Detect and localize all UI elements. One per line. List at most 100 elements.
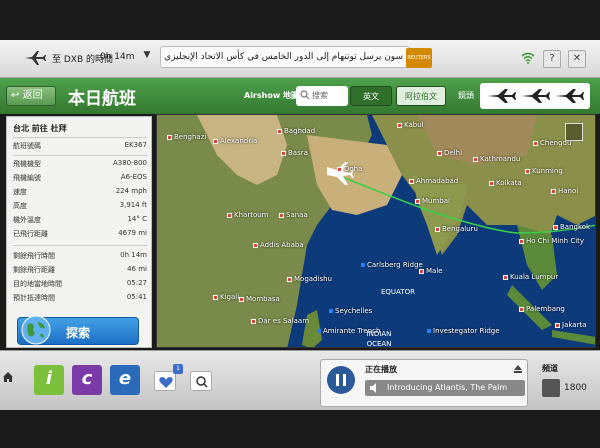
city-label: Addis Ababa — [253, 241, 304, 249]
info-row-distance-flown: 已飛行距離 4679 mi — [13, 229, 147, 241]
info-label: 剩餘飛行時間 — [13, 252, 55, 260]
info-row-outside-temp: 機外溫度 14° C — [13, 215, 147, 227]
place-label: Seychelles — [329, 307, 372, 315]
play-pause-button[interactable] — [327, 366, 355, 394]
city-label: Dar es Salaam — [251, 317, 309, 325]
search-input[interactable]: 搜索 — [296, 86, 348, 106]
lang-english-tab[interactable]: 英文 — [350, 86, 392, 106]
now-playing-label: 正在播放 — [365, 365, 397, 374]
wifi-icon — [521, 52, 535, 64]
city-label: Doha — [337, 165, 362, 173]
city-label: Alexandria — [213, 137, 257, 145]
info-row-altitude: 高度 3,914 ft — [13, 201, 147, 213]
channel-number: 1800 — [564, 383, 587, 393]
status-bar: 至 DXB 的時間 0h 14m ▼ سون يرسل توتنهام إلى … — [0, 40, 600, 78]
audio-player: 正在播放 Introducing Atlantis, The Palm — [320, 359, 528, 407]
city-label: Kunming — [525, 167, 563, 175]
city-label: Kuala Lumpur — [503, 273, 558, 281]
camera-view-2-icon[interactable] — [520, 88, 550, 104]
info-row-destination-local-time: 目的地當地時間 05:27 — [13, 279, 147, 291]
info-label: 預計抵達時間 — [13, 294, 55, 302]
back-button[interactable]: ↩ 返回 — [6, 86, 56, 106]
globe-icon — [21, 315, 51, 345]
heart-icon — [159, 377, 173, 388]
entertainment-app-button[interactable]: e — [110, 365, 140, 395]
city-label: Baghdad — [277, 127, 315, 135]
flight-route: 台北 前往 杜拜 — [13, 124, 67, 133]
search-icon — [300, 90, 310, 100]
city-label: Sanaa — [279, 211, 308, 219]
city-label: Kigali — [213, 293, 239, 301]
info-row-time-remaining: 剩餘飛行時間 0h 14m — [13, 251, 147, 263]
city-label: Khartoum — [227, 211, 268, 219]
divider — [13, 137, 147, 138]
place-label: Carlsberg Ridge — [361, 261, 423, 269]
city-label: Benghazi — [167, 133, 206, 141]
place-label: Investegator Ridge — [427, 327, 500, 335]
camera-view-1-icon[interactable] — [486, 88, 516, 104]
city-label: Delhi — [437, 149, 462, 157]
city-label: Ho Chi Minh City — [519, 237, 584, 245]
info-value: 0h 14m — [120, 251, 147, 259]
info-label: 速度 — [13, 188, 27, 196]
info-value: 05:41 — [126, 293, 147, 301]
info-label: 機外溫度 — [13, 216, 41, 224]
info-value: 4679 mi — [118, 229, 147, 237]
news-ticker[interactable]: سون يرسل توتنهام إلى الدور الخامس في كأس… — [160, 46, 410, 68]
help-button[interactable]: ? — [543, 50, 561, 68]
city-label: Hanoi — [551, 187, 578, 195]
page-header: ↩ 返回 本日航班 Airshow 地圖 搜索 英文 阿拉伯文 鏡頭 — [0, 78, 600, 114]
info-row-estimated-arrival: 預計抵達時間 05:41 — [13, 293, 147, 305]
search-placeholder: 搜索 — [312, 91, 328, 100]
city-label: Bangkok — [553, 223, 590, 231]
camera-selector — [480, 83, 590, 109]
chevron-down-icon[interactable]: ▼ — [140, 50, 154, 64]
reuters-logo: REUTERS — [406, 48, 432, 68]
info-value: 3,914 ft — [119, 201, 147, 209]
eject-icon[interactable] — [513, 364, 523, 374]
info-value: 224 mph — [115, 187, 147, 195]
airplane-icon — [25, 51, 46, 65]
city-label: Basra — [281, 149, 308, 157]
time-to-destination-value: 0h 14m — [100, 52, 135, 62]
info-app-button[interactable]: i — [34, 365, 64, 395]
favorites-count-badge: 1 — [173, 364, 183, 374]
channel-label: 頻道 — [542, 364, 558, 373]
info-label: 剩餘飛行距離 — [13, 266, 55, 274]
back-arrow-icon: ↩ — [11, 90, 20, 101]
info-row-distance-remaining: 剩餘飛行距離 46 mi — [13, 265, 147, 277]
divider — [13, 155, 147, 156]
info-value: 05:27 — [126, 279, 147, 287]
channel-selector: 頻道 1800 — [538, 359, 594, 407]
lang-arabic-tab[interactable]: 阿拉伯文 — [396, 86, 446, 106]
info-label: 目的地當地時間 — [13, 280, 62, 288]
city-label: Ahmadabad — [409, 177, 458, 185]
info-label: 高度 — [13, 202, 27, 210]
camera-view-3-icon[interactable] — [554, 88, 584, 104]
info-value: 46 mi — [127, 265, 147, 273]
info-row-flight-number: 航班號碼 EK367 — [13, 141, 147, 153]
home-icon[interactable] — [2, 371, 14, 383]
info-label: 已飛行距離 — [13, 230, 48, 238]
favorites-button[interactable]: 1 — [154, 364, 183, 391]
keypad-icon[interactable] — [542, 379, 560, 397]
bottom-toolbar: i c e 1 正在播放 Introducing Atlantis, The P… — [0, 350, 600, 410]
info-row-speed: 速度 224 mph — [13, 187, 147, 199]
divider — [13, 245, 147, 246]
close-button[interactable]: ✕ — [568, 50, 586, 68]
flight-info-panel: 台北 前往 杜拜 航班號碼 EK367 飛機機型 A380-800 飛機編號 A… — [6, 116, 152, 348]
search-button[interactable] — [190, 371, 212, 391]
flight-map[interactable]: Benghazi Alexandria Baghdad Basra Kabul … — [156, 114, 596, 348]
explore-button[interactable]: 探索 — [17, 315, 139, 345]
city-label: Bengaluru — [435, 225, 478, 233]
track-title: Introducing Atlantis, The Palm — [365, 380, 525, 396]
city-label: Palembang — [519, 305, 565, 313]
info-label: 飛機機型 — [13, 160, 41, 168]
search-icon — [196, 376, 208, 388]
pause-icon — [336, 374, 346, 386]
map-terrain — [157, 115, 595, 347]
communication-app-button[interactable]: c — [72, 365, 102, 395]
city-label: Mogadishu — [287, 275, 332, 283]
city-label: Jakarta — [555, 321, 587, 329]
info-value: A380-800 — [112, 159, 147, 167]
